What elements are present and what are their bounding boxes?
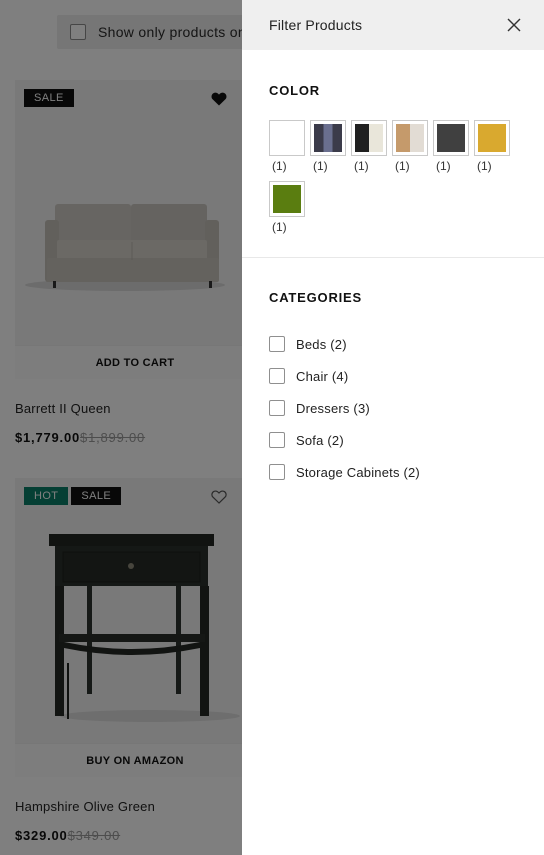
category-label[interactable]: Storage Cabinets (2) <box>296 465 420 480</box>
color-swatch-count: (1) <box>313 159 328 173</box>
color-swatch-box[interactable] <box>392 120 428 156</box>
color-swatch-count: (1) <box>436 159 451 173</box>
color-swatch-count: (1) <box>272 220 287 234</box>
color-swatch-fill <box>437 124 465 152</box>
color-swatch-count: (1) <box>477 159 492 173</box>
color-swatch[interactable]: (1) <box>351 120 392 173</box>
color-swatch-count: (1) <box>395 159 410 173</box>
drawer-header: Filter Products <box>242 0 544 50</box>
color-swatch-fill <box>396 124 424 152</box>
color-swatch-fill <box>273 185 301 213</box>
category-label[interactable]: Chair (4) <box>296 369 348 384</box>
color-swatch[interactable]: (1) <box>392 120 433 173</box>
category-item-beds[interactable]: Beds (2) <box>269 328 517 360</box>
color-swatch[interactable]: (1) <box>433 120 474 173</box>
color-swatch-fill <box>314 124 342 152</box>
color-swatch-count: (1) <box>354 159 369 173</box>
category-list: Beds (2) Chair (4) Dressers (3) Sofa (2)… <box>269 328 517 488</box>
color-swatch-box[interactable] <box>351 120 387 156</box>
category-checkbox[interactable] <box>269 464 285 480</box>
color-swatch-grid: (1) (1) (1) (1) (1) (1) (1) <box>269 120 519 242</box>
color-swatch-box[interactable] <box>269 181 305 217</box>
color-swatch-fill <box>273 124 301 152</box>
category-item-dressers[interactable]: Dressers (3) <box>269 392 517 424</box>
color-swatch-box[interactable] <box>433 120 469 156</box>
color-heading: COLOR <box>269 83 320 98</box>
category-checkbox[interactable] <box>269 368 285 384</box>
color-swatch[interactable]: (1) <box>474 120 515 173</box>
filter-drawer: Filter Products COLOR (1) (1) (1) (1) (1) (1)… <box>242 0 544 855</box>
drawer-title: Filter Products <box>269 17 363 33</box>
category-item-storage-cabinets[interactable]: Storage Cabinets (2) <box>269 456 517 488</box>
color-swatch-fill <box>478 124 506 152</box>
color-swatch-box[interactable] <box>310 120 346 156</box>
color-swatch-fill <box>355 124 383 152</box>
category-checkbox[interactable] <box>269 432 285 448</box>
color-swatch[interactable]: (1) <box>269 120 310 173</box>
categories-heading: CATEGORIES <box>269 290 362 305</box>
category-label[interactable]: Dressers (3) <box>296 401 370 416</box>
category-item-chair[interactable]: Chair (4) <box>269 360 517 392</box>
close-icon[interactable] <box>506 17 522 33</box>
category-filter-section: CATEGORIES Beds (2) Chair (4) Dressers (… <box>242 258 544 488</box>
category-label[interactable]: Beds (2) <box>296 337 347 352</box>
color-swatch[interactable]: (1) <box>310 120 351 173</box>
category-checkbox[interactable] <box>269 400 285 416</box>
color-swatch[interactable]: (1) <box>269 181 310 234</box>
category-checkbox[interactable] <box>269 336 285 352</box>
color-swatch-box[interactable] <box>474 120 510 156</box>
color-swatch-count: (1) <box>272 159 287 173</box>
color-filter-section: COLOR (1) (1) (1) (1) (1) (1) (1) <box>242 50 544 258</box>
category-item-sofa[interactable]: Sofa (2) <box>269 424 517 456</box>
color-swatch-box[interactable] <box>269 120 305 156</box>
category-label[interactable]: Sofa (2) <box>296 433 344 448</box>
